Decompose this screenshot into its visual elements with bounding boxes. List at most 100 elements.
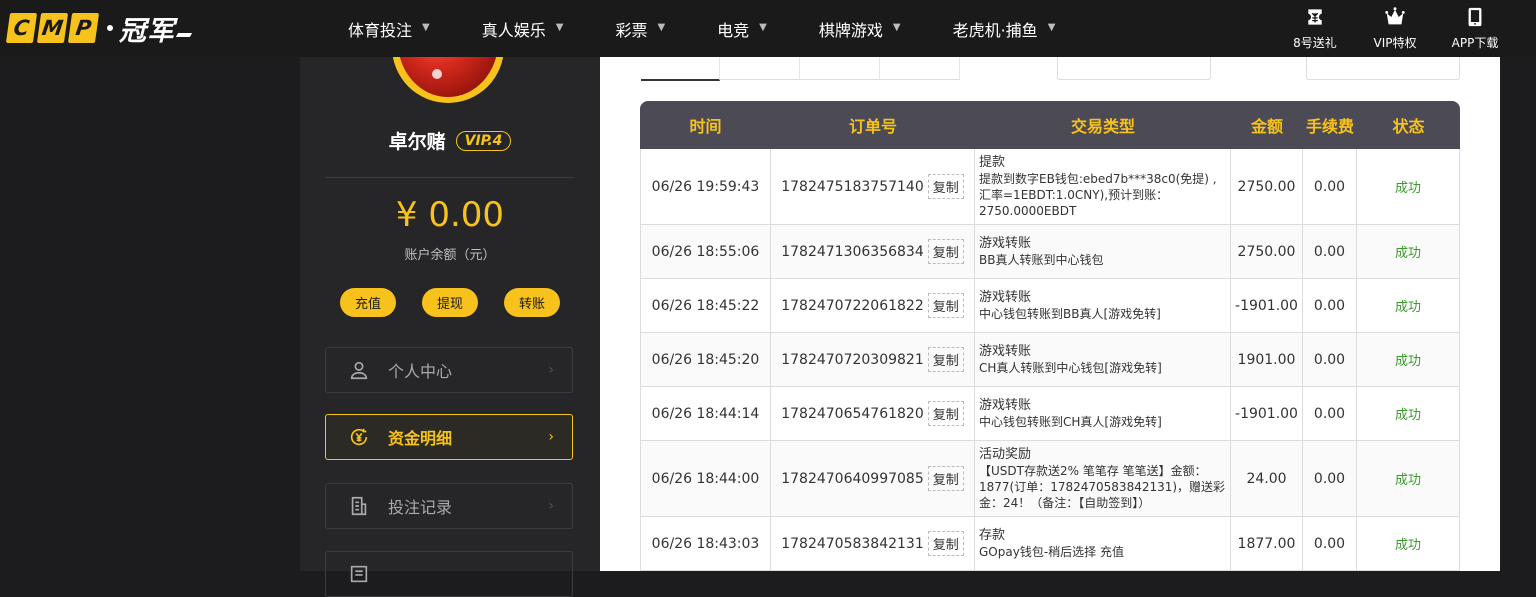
link-gift[interactable]: 8号送礼 (1282, 6, 1348, 51)
copy-button[interactable]: 复制 (927, 239, 964, 264)
tab-4[interactable] (880, 57, 960, 80)
chevron-down-icon: ▼ (657, 22, 666, 33)
cell-order: 1782470654761820 复制 (771, 387, 975, 441)
withdraw-button[interactable]: 提现 (422, 288, 478, 317)
nav-item-live-casino[interactable]: 真人娱乐 ▼ (482, 17, 564, 41)
tab-1[interactable] (641, 57, 720, 81)
cell-order: 1782470640997085 复制 (771, 441, 975, 517)
cell-time: 06/26 19:59:43 (640, 149, 771, 225)
cell-type: 游戏转账 中心钱包转账到BB真人[游戏免转] (975, 279, 1231, 333)
date-filter-field[interactable] (1057, 57, 1211, 80)
cell-amount: -1901.00 (1231, 279, 1303, 333)
sidebar-item-personal-center[interactable]: 个人中心 › (325, 347, 573, 393)
link-vip-label: VIP特权 (1373, 36, 1417, 50)
order-number: 1782470583842131 (781, 535, 924, 552)
nav-item-label: 彩票 (615, 20, 648, 40)
cell-order: 1782471306356834 复制 (771, 225, 975, 279)
nav-item-esports[interactable]: 电竞 ▼ (717, 17, 767, 41)
copy-button[interactable]: 复制 (927, 174, 964, 199)
nav-item-sports[interactable]: 体育投注 ▼ (348, 17, 430, 41)
tab-2[interactable] (720, 57, 800, 80)
type-title: 游戏转账 (979, 235, 1032, 251)
type-title: 活动奖励 (979, 446, 1032, 462)
transaction-table: 时间 订单号 交易类型 金额 手续费 状态 06/26 19:59:43 178… (640, 101, 1460, 571)
order-number: 1782471306356834 (781, 243, 924, 260)
table-header-row: 时间 订单号 交易类型 金额 手续费 状态 (640, 101, 1460, 149)
phone-icon (1468, 7, 1482, 27)
link-vip[interactable]: VIP特权 (1362, 6, 1428, 51)
link-app-download[interactable]: APP下载 (1442, 6, 1508, 51)
type-title: 游戏转账 (979, 289, 1032, 305)
wallet-actions: 充值 提现 转账 (340, 288, 560, 317)
cell-type: 游戏转账 BB真人转账到中心钱包 (975, 225, 1231, 279)
column-header-status: 状态 (1357, 101, 1460, 149)
nav-item-label: 老虎机·捕鱼 (952, 20, 1038, 40)
cell-status: 成功 (1357, 387, 1460, 441)
site-logo[interactable]: C M P 冠军 (5, 10, 193, 47)
cell-type: 活动奖励 【USDT存款送2% 笔笔存 笔笔送】金额：1877(订单：178247… (975, 441, 1231, 517)
top-navigation-bar: C M P 冠军 体育投注 ▼ 真人娱乐 ▼ 彩票 ▼ 电竞 ▼ 棋牌游戏 ▼ … (0, 0, 1536, 57)
type-title: 游戏转账 (979, 397, 1032, 413)
sidebar-item-profile[interactable] (325, 551, 573, 597)
copy-button[interactable]: 复制 (927, 347, 964, 372)
sidebar-item-label: 投注记录 (388, 498, 453, 517)
nav-item-card-games[interactable]: 棋牌游戏 ▼ (819, 17, 901, 41)
tab-3[interactable] (800, 57, 880, 80)
column-header-time: 时间 (640, 101, 771, 149)
cell-order: 1782470720309821 复制 (771, 333, 975, 387)
deposit-button[interactable]: 充值 (340, 288, 396, 317)
type-filter-select[interactable] (1306, 57, 1460, 80)
type-description: 提款到数字EB钱包:ebed7b***38c0(免提) ,汇率=1EBDT:1.… (979, 171, 1217, 218)
record-tabs (641, 57, 960, 81)
nav-item-slots-fishing[interactable]: 老虎机·捕鱼 ▼ (953, 17, 1056, 41)
main-nav: 体育投注 ▼ 真人娱乐 ▼ 彩票 ▼ 电竞 ▼ 棋牌游戏 ▼ 老虎机·捕鱼 ▼ (336, 0, 1107, 57)
cell-fee: 0.00 (1303, 441, 1357, 517)
table-row: 06/26 18:43:03 1782470583842131 复制 存款 GOpa… (640, 517, 1460, 571)
cell-amount: 2750.00 (1231, 149, 1303, 225)
cell-status: 成功 (1357, 333, 1460, 387)
nav-item-lottery[interactable]: 彩票 ▼ (615, 17, 665, 41)
chevron-down-icon: ▼ (759, 22, 767, 33)
cell-status: 成功 (1357, 441, 1460, 517)
user-icon (348, 359, 370, 381)
account-balance: ¥ 0.00 (395, 195, 505, 235)
cell-status: 成功 (1357, 149, 1460, 225)
column-header-amount: 金额 (1231, 101, 1303, 149)
nav-item-label: 体育投注 (348, 20, 413, 40)
cell-order: 1782470722061822 复制 (771, 279, 975, 333)
cell-amount: 24.00 (1231, 441, 1303, 517)
order-number: 1782470722061822 (781, 297, 924, 314)
type-title: 存款 (979, 527, 1006, 543)
type-description: 中心钱包转账到CH真人[游戏免转] (979, 414, 1162, 429)
nav-item-label: 电竞 (717, 20, 750, 40)
copy-button[interactable]: 复制 (927, 466, 964, 491)
transfer-button[interactable]: 转账 (504, 288, 560, 317)
table-row: 06/26 18:44:00 1782470640997085 复制 活动奖励 【U… (640, 441, 1460, 517)
copy-button[interactable]: 复制 (927, 293, 964, 318)
cell-status: 成功 (1357, 225, 1460, 279)
order-number: 1782475183757140 (781, 178, 924, 195)
cell-fee: 0.00 (1303, 333, 1357, 387)
order-number: 1782470640997085 (781, 470, 924, 487)
cell-time: 06/26 18:45:22 (640, 279, 771, 333)
cell-time: 06/26 18:45:20 (640, 333, 771, 387)
username: 卓尔赌 (388, 131, 446, 153)
sidebar-item-fund-details[interactable]: 资金明细 › (325, 414, 573, 460)
cell-type: 游戏转账 CH真人转账到中心钱包[游戏免转] (975, 333, 1231, 387)
sidebar-item-bet-records[interactable]: 投注记录 › (325, 483, 573, 529)
cell-type: 游戏转账 中心钱包转账到CH真人[游戏免转] (975, 387, 1231, 441)
table-row: 06/26 18:45:20 1782470720309821 复制 游戏转账 CH… (640, 333, 1460, 387)
type-description: 中心钱包转账到BB真人[游戏免转] (979, 306, 1161, 321)
account-sidebar: 卓尔赌 VIP.4 ¥ 0.00 账户余额（元） 充值 提现 转账 个人中心 ›… (300, 27, 600, 597)
cell-time: 06/26 18:44:00 (640, 441, 771, 517)
gift-ticket-icon (1307, 8, 1323, 26)
chevron-right-icon: › (548, 498, 554, 514)
order-number: 1782470654761820 (781, 405, 924, 422)
cell-time: 06/26 18:44:14 (640, 387, 771, 441)
cell-fee: 0.00 (1303, 149, 1357, 225)
type-description: CH真人转账到中心钱包[游戏免转] (979, 360, 1162, 375)
cell-amount: 1901.00 (1231, 333, 1303, 387)
copy-button[interactable]: 复制 (927, 531, 964, 556)
vip-badge[interactable]: VIP.4 (455, 130, 512, 151)
copy-button[interactable]: 复制 (927, 401, 964, 426)
